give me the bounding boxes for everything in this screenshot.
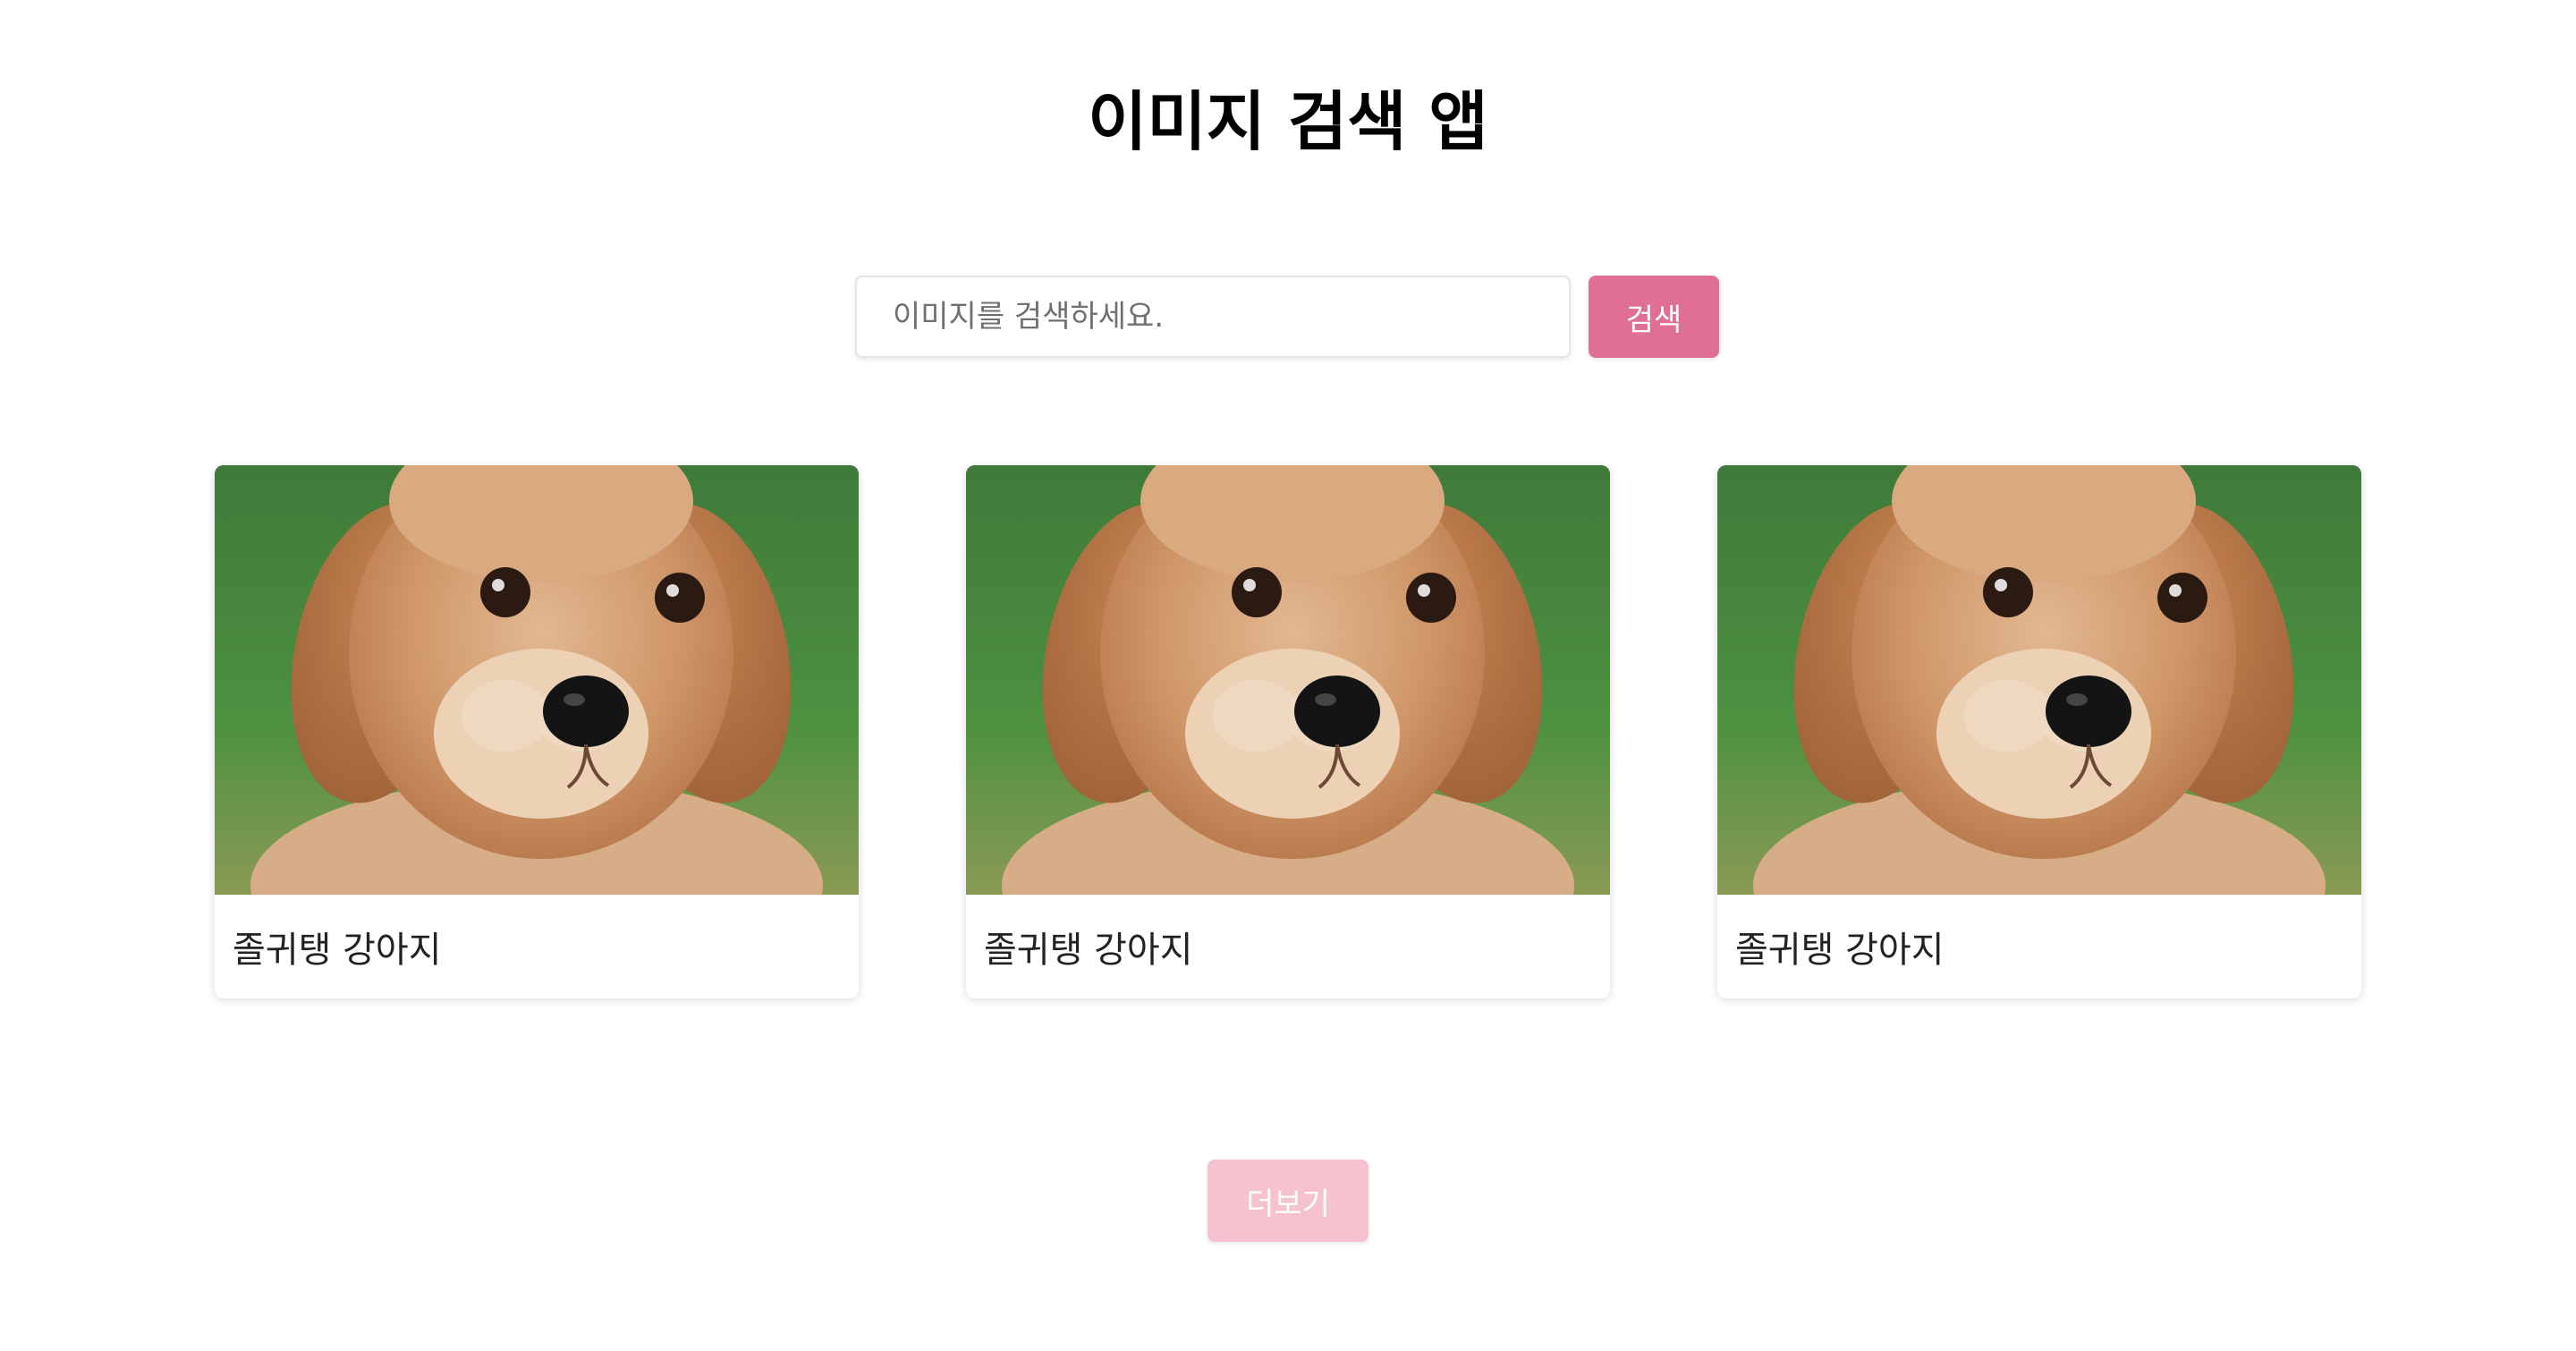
load-more-button[interactable]: 더보기	[1208, 1160, 1368, 1242]
puppy-image	[966, 465, 1610, 895]
image-caption: 졸귀탱 강아지	[1735, 930, 1945, 971]
image-card[interactable]: 졸귀탱 강아지	[1717, 465, 2361, 998]
page-title: 이미지 검색 앱	[1088, 84, 1488, 159]
image-card[interactable]: 졸귀탱 강아지	[215, 465, 859, 998]
search-bar: 검색	[855, 276, 1719, 358]
search-button[interactable]: 검색	[1589, 276, 1719, 358]
image-caption: 졸귀탱 강아지	[984, 930, 1193, 971]
image-results-grid: 졸귀탱 강아지 졸귀탱 강아지 졸귀탱 강아지	[215, 465, 2361, 998]
puppy-image	[215, 465, 859, 895]
search-input[interactable]	[855, 276, 1571, 358]
image-caption: 졸귀탱 강아지	[233, 930, 442, 971]
image-card[interactable]: 졸귀탱 강아지	[966, 465, 1610, 998]
puppy-image	[1717, 465, 2361, 895]
